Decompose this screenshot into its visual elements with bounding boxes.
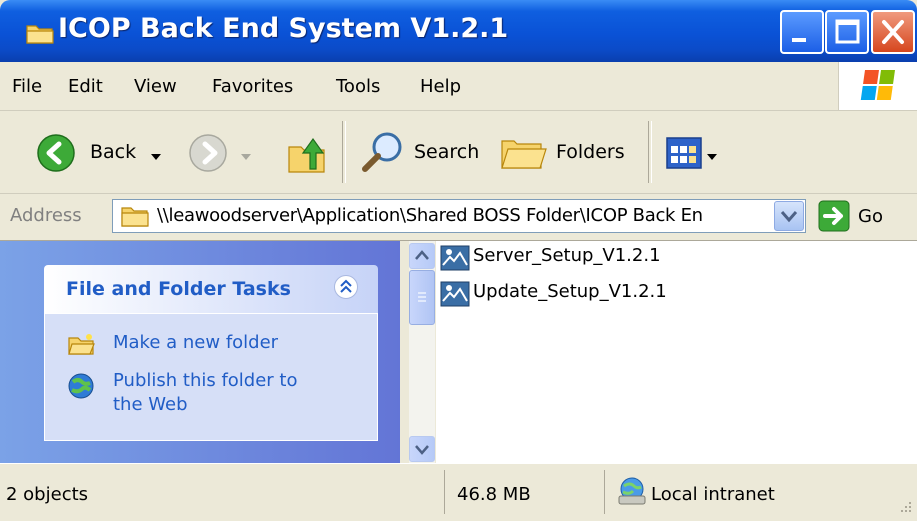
window-title: ICOP Back End System V1.2.1 [58,13,509,44]
task-panel-title: File and Folder Tasks [66,278,291,300]
task-make-new-folder[interactable]: Make a new folder [113,332,278,353]
views-dropdown-icon[interactable] [706,147,718,166]
forward-arrow-icon [188,133,228,177]
new-folder-icon [67,332,95,360]
file-list: Server_Setup_V1.2.1 Update_Setup_V1.2.1 [436,241,917,463]
publish-web-icon [67,372,95,404]
network-icon [615,476,649,510]
close-button[interactable] [871,10,915,54]
status-zone-cell: Local intranet [604,470,917,514]
vertical-scrollbar[interactable] [409,241,435,463]
toolbar-separator [342,121,346,183]
menu-favorites[interactable]: Favorites [212,76,293,97]
toolbar-separator [648,121,652,183]
menu-view[interactable]: View [134,76,177,97]
standard-toolbar: Back Search Folders [0,111,917,194]
up-folder-icon[interactable] [286,131,330,179]
status-size-cell: 46.8 MB [444,470,604,514]
scroll-down-button[interactable] [409,436,435,462]
views-icon[interactable] [666,137,702,173]
title-bar[interactable]: ICOP Back End System V1.2.1 [0,0,917,62]
file-name: Update_Setup_V1.2.1 [473,281,667,302]
search-button[interactable]: Search [414,141,479,163]
maximize-button[interactable] [825,10,869,54]
task-panel-body: Make a new folder Publish this folder to… [44,313,378,441]
resize-grip-icon[interactable] [897,498,913,518]
folder-icon [121,205,149,231]
collapse-chevron-icon[interactable] [334,275,358,299]
go-button[interactable]: Go [858,206,883,227]
address-bar: Address \\leawoodserver\Application\Shar… [0,194,917,241]
search-icon[interactable] [360,129,406,179]
back-arrow-icon[interactable] [36,133,76,177]
menu-bar: File Edit View Favorites Tools Help [0,62,917,111]
task-panel-header[interactable]: File and Folder Tasks [44,265,378,313]
go-arrow-icon[interactable] [818,200,850,236]
status-size: 46.8 MB [457,484,531,505]
address-dropdown-button[interactable] [774,201,804,231]
scroll-thumb[interactable] [409,270,435,325]
status-bar: 2 objects 46.8 MB Local intranet [0,463,917,521]
explorer-window: ICOP Back End System V1.2.1 File Edit Vi… [0,0,917,521]
folders-icon[interactable] [500,133,548,177]
task-publish-folder-line2[interactable]: the Web [113,394,188,415]
setup-icon [440,245,470,275]
address-value: \\leawoodserver\Application\Shared BOSS … [157,205,703,226]
scroll-up-button[interactable] [409,243,435,269]
file-name: Server_Setup_V1.2.1 [473,245,661,266]
menu-help[interactable]: Help [420,76,461,97]
menu-tools[interactable]: Tools [336,76,380,97]
task-pane: File and Folder Tasks Make a new folder [0,241,400,463]
address-label: Address [10,205,82,226]
forward-dropdown-icon [240,147,252,166]
menu-file[interactable]: File [12,76,42,97]
status-object-count: 2 objects [6,484,89,505]
folders-button[interactable]: Folders [556,141,625,163]
address-input[interactable]: \\leawoodserver\Application\Shared BOSS … [112,199,806,233]
windows-logo [838,62,917,110]
status-zone: Local intranet [651,484,775,505]
back-button[interactable]: Back [90,141,136,163]
folder-icon [26,22,54,48]
setup-icon [440,281,470,311]
task-publish-folder[interactable]: Publish this folder to [113,370,298,391]
back-dropdown-icon[interactable] [150,147,162,166]
menu-edit[interactable]: Edit [68,76,103,97]
minimize-button[interactable] [780,10,824,54]
